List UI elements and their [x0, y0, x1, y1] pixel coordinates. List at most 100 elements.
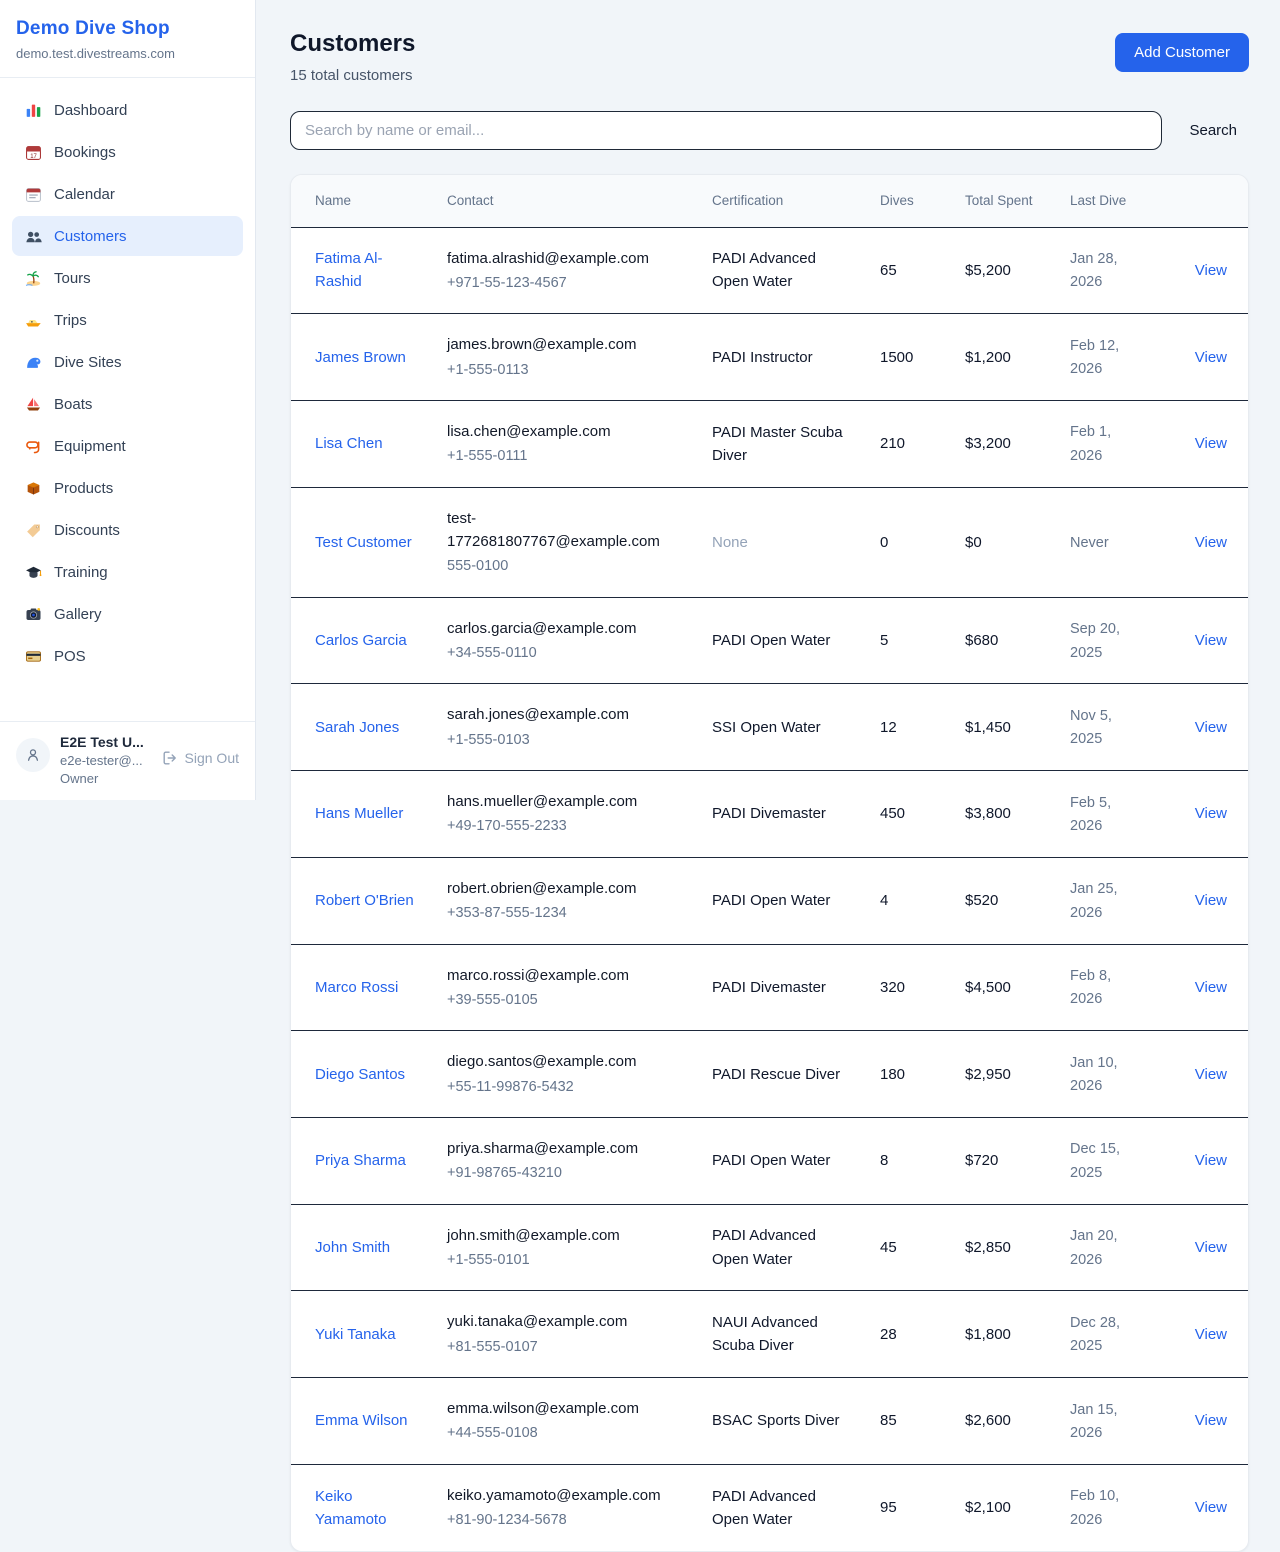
customer-name-link[interactable]: Keiko Yamamoto	[315, 1488, 386, 1528]
customer-name-link[interactable]: Fatima Al-Rashid	[315, 250, 383, 290]
view-customer-link[interactable]: View	[1195, 534, 1227, 551]
customer-email: james.brown@example.com	[447, 333, 680, 356]
customer-dives: 450	[880, 805, 905, 822]
trips-icon	[24, 311, 42, 329]
sidebar-item-label: Equipment	[54, 438, 126, 455]
customer-email: robert.obrien@example.com	[447, 877, 680, 900]
customer-last-dive: Sep 20, 2025	[1070, 621, 1120, 660]
column-header-last-dive: Last Dive	[1054, 175, 1157, 227]
view-customer-link[interactable]: View	[1195, 435, 1227, 452]
customer-certification: None	[712, 534, 748, 551]
customer-last-dive: Feb 10, 2026	[1070, 1488, 1119, 1527]
sidebar-item-dashboard[interactable]: Dashboard	[12, 90, 243, 130]
view-customer-link[interactable]: View	[1195, 262, 1227, 279]
app-title[interactable]: Demo Dive Shop	[16, 18, 239, 40]
customer-email: yuki.tanaka@example.com	[447, 1310, 680, 1333]
sidebar-item-label: Boats	[54, 396, 92, 413]
pos-icon	[24, 647, 42, 665]
view-customer-link[interactable]: View	[1195, 1066, 1227, 1083]
sidebar-item-pos[interactable]: POS	[12, 636, 243, 676]
customer-certification: PADI Advanced Open Water	[712, 1488, 816, 1528]
customer-name-link[interactable]: Emma Wilson	[315, 1412, 408, 1429]
customer-total-spent: $3,800	[965, 805, 1011, 822]
customer-phone: 555-0100	[447, 555, 680, 577]
customer-total-spent: $1,450	[965, 719, 1011, 736]
sign-out-icon	[162, 750, 178, 766]
sidebar-item-customers[interactable]: Customers	[12, 216, 243, 256]
customer-dives: 4	[880, 892, 888, 909]
customer-phone: +81-90-1234-5678	[447, 1509, 680, 1531]
sidebar-item-dive-sites[interactable]: Dive Sites	[12, 342, 243, 382]
view-customer-link[interactable]: View	[1195, 719, 1227, 736]
customer-count: 15 total customers	[290, 67, 415, 84]
customer-name-link[interactable]: Diego Santos	[315, 1066, 405, 1083]
user-meta: E2E Test U... e2e-tester@... Owner	[60, 734, 152, 786]
customer-last-dive: Jan 15, 2026	[1070, 1402, 1118, 1441]
view-customer-link[interactable]: View	[1195, 892, 1227, 909]
view-customer-link[interactable]: View	[1195, 349, 1227, 366]
view-customer-link[interactable]: View	[1195, 1239, 1227, 1256]
sidebar-item-discounts[interactable]: Discounts	[12, 510, 243, 550]
sidebar-item-products[interactable]: Products	[12, 468, 243, 508]
search-input[interactable]	[290, 111, 1162, 150]
customer-dives: 1500	[880, 349, 913, 366]
sidebar-item-equipment[interactable]: Equipment	[12, 426, 243, 466]
customer-dives: 8	[880, 1152, 888, 1169]
customer-name-link[interactable]: Lisa Chen	[315, 435, 383, 452]
view-customer-link[interactable]: View	[1195, 1412, 1227, 1429]
sidebar-item-training[interactable]: Training	[12, 552, 243, 592]
customer-name-link[interactable]: Hans Mueller	[315, 805, 403, 822]
table-row: Marco Rossi marco.rossi@example.com +39-…	[291, 944, 1249, 1031]
customer-email: emma.wilson@example.com	[447, 1397, 680, 1420]
customer-name-link[interactable]: James Brown	[315, 349, 406, 366]
table-row: Yuki Tanaka yuki.tanaka@example.com +81-…	[291, 1291, 1249, 1378]
customers-table: NameContactCertificationDivesTotal Spent…	[291, 175, 1249, 1551]
dashboard-icon	[24, 101, 42, 119]
table-row: John Smith john.smith@example.com +1-555…	[291, 1204, 1249, 1291]
sidebar-item-calendar[interactable]: Calendar	[12, 174, 243, 214]
view-customer-link[interactable]: View	[1195, 632, 1227, 649]
customer-dives: 0	[880, 534, 888, 551]
table-row: Diego Santos diego.santos@example.com +5…	[291, 1031, 1249, 1118]
view-customer-link[interactable]: View	[1195, 805, 1227, 822]
view-customer-link[interactable]: View	[1195, 979, 1227, 996]
customer-total-spent: $5,200	[965, 262, 1011, 279]
customer-certification: NAUI Advanced Scuba Diver	[712, 1314, 818, 1354]
customer-total-spent: $1,800	[965, 1326, 1011, 1343]
search-button[interactable]: Search	[1189, 122, 1237, 139]
view-customer-link[interactable]: View	[1195, 1326, 1227, 1343]
customer-certification: PADI Divemaster	[712, 979, 826, 996]
sidebar-item-label: Gallery	[54, 606, 102, 623]
sidebar-item-boats[interactable]: Boats	[12, 384, 243, 424]
sidebar-item-trips[interactable]: Trips	[12, 300, 243, 340]
customers-table-card: NameContactCertificationDivesTotal Spent…	[290, 174, 1249, 1552]
dive-sites-icon	[24, 353, 42, 371]
customer-phone: +1-555-0111	[447, 445, 680, 467]
user-name: E2E Test U...	[60, 734, 152, 750]
customer-email: john.smith@example.com	[447, 1224, 680, 1247]
customer-name-link[interactable]: Carlos Garcia	[315, 632, 407, 649]
sidebar-item-tours[interactable]: Tours	[12, 258, 243, 298]
customer-certification: PADI Rescue Diver	[712, 1066, 840, 1083]
customer-name-link[interactable]: John Smith	[315, 1239, 390, 1256]
customer-name-link[interactable]: Yuki Tanaka	[315, 1326, 396, 1343]
column-header-total-spent: Total Spent	[949, 175, 1054, 227]
sidebar-item-gallery[interactable]: Gallery	[12, 594, 243, 634]
add-customer-button[interactable]: Add Customer	[1115, 33, 1249, 72]
sidebar-item-bookings[interactable]: 17 Bookings	[12, 132, 243, 172]
view-customer-link[interactable]: View	[1195, 1152, 1227, 1169]
sign-out-button[interactable]: Sign Out	[162, 750, 239, 766]
customer-name-link[interactable]: Marco Rossi	[315, 979, 398, 996]
customer-phone: +44-555-0108	[447, 1422, 680, 1444]
customer-dives: 28	[880, 1326, 897, 1343]
table-row: Priya Sharma priya.sharma@example.com +9…	[291, 1118, 1249, 1205]
customer-phone: +91-98765-43210	[447, 1162, 680, 1184]
customer-name-link[interactable]: Test Customer	[315, 534, 412, 551]
column-header-actions	[1157, 175, 1249, 227]
customer-name-link[interactable]: Priya Sharma	[315, 1152, 406, 1169]
sidebar-item-label: Trips	[54, 312, 87, 329]
view-customer-link[interactable]: View	[1195, 1499, 1227, 1516]
customer-name-link[interactable]: Robert O'Brien	[315, 892, 414, 909]
customer-name-link[interactable]: Sarah Jones	[315, 719, 399, 736]
table-row: Test Customer test-1772681807767@example…	[291, 487, 1249, 597]
